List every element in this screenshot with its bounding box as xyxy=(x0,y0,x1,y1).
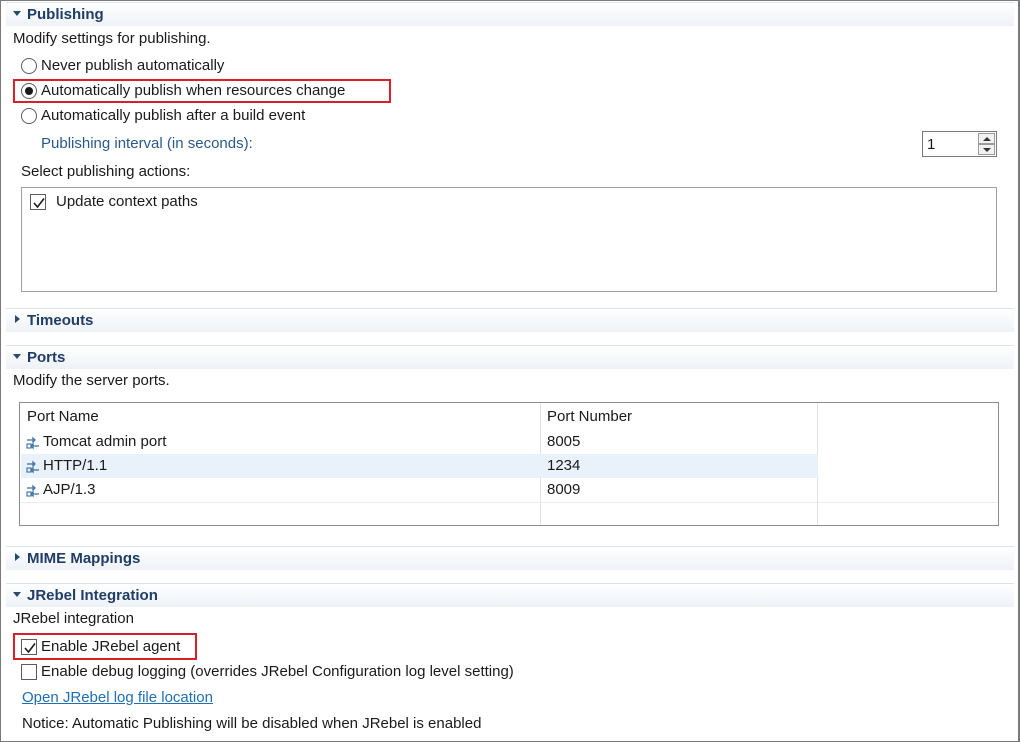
publishing-interval-value[interactable]: 1 xyxy=(927,136,935,153)
enable-jrebel-agent-label[interactable]: Enable JRebel agent xyxy=(41,638,180,655)
spinner-up-icon[interactable] xyxy=(978,133,995,144)
publishing-description: Modify settings for publishing. xyxy=(13,30,211,47)
publishing-actions-list[interactable]: Update context paths xyxy=(21,187,997,292)
port-name-cell[interactable]: HTTP/1.1 xyxy=(43,457,107,474)
enable-debug-logging-checkbox[interactable] xyxy=(21,664,37,680)
update-context-paths-label[interactable]: Update context paths xyxy=(56,193,198,210)
enable-jrebel-agent-checkbox[interactable] xyxy=(21,639,37,655)
radio-publish-on-change-label[interactable]: Automatically publish when resources cha… xyxy=(41,82,345,99)
section-header-mime-mappings[interactable]: MIME Mappings xyxy=(6,546,1014,570)
spinner-down-icon[interactable] xyxy=(978,144,995,155)
section-header-publishing[interactable]: Publishing xyxy=(6,2,1014,26)
ports-description: Modify the server ports. xyxy=(13,372,170,389)
column-header-port-name[interactable]: Port Name xyxy=(27,408,99,425)
port-name-cell[interactable]: AJP/1.3 xyxy=(43,481,96,498)
section-header-ports[interactable]: Ports xyxy=(6,345,1014,369)
jrebel-notice: Notice: Automatic Publishing will be dis… xyxy=(22,715,482,732)
chevron-right-icon[interactable] xyxy=(15,315,20,323)
port-number-cell[interactable]: 8005 xyxy=(547,433,580,450)
section-header-jrebel[interactable]: JRebel Integration xyxy=(6,583,1014,607)
radio-publish-after-build[interactable] xyxy=(21,108,37,124)
enable-debug-logging-label[interactable]: Enable debug logging (overrides JRebel C… xyxy=(41,663,514,680)
chevron-down-icon[interactable] xyxy=(13,354,21,359)
section-title-mime-mappings: MIME Mappings xyxy=(27,550,141,567)
port-connector-icon xyxy=(26,436,39,450)
port-number-cell[interactable]: 8009 xyxy=(547,481,580,498)
chevron-right-icon[interactable] xyxy=(15,553,20,561)
open-jrebel-log-link[interactable]: Open JRebel log file location xyxy=(22,689,213,706)
port-number-cell[interactable]: 1234 xyxy=(547,457,580,474)
port-connector-icon xyxy=(26,484,39,498)
publishing-interval-spinner[interactable]: 1 xyxy=(922,131,997,157)
port-connector-icon xyxy=(26,460,39,474)
chevron-down-icon[interactable] xyxy=(13,592,21,597)
section-title-ports: Ports xyxy=(27,349,66,366)
port-name-cell[interactable]: Tomcat admin port xyxy=(43,433,166,450)
check-mark-icon xyxy=(24,643,36,654)
selected-row-highlight xyxy=(21,454,818,478)
ports-table[interactable]: Port Name Port Number Tomcat admin port … xyxy=(19,402,999,526)
chevron-down-icon[interactable] xyxy=(13,11,21,16)
section-title-publishing: Publishing xyxy=(27,6,104,23)
radio-publish-after-build-label[interactable]: Automatically publish after a build even… xyxy=(41,107,305,124)
section-title-jrebel: JRebel Integration xyxy=(27,587,158,604)
radio-never-publish[interactable] xyxy=(21,58,37,74)
publishing-actions-label: Select publishing actions: xyxy=(21,163,191,180)
check-mark-icon xyxy=(33,198,45,209)
radio-never-publish-label[interactable]: Never publish automatically xyxy=(41,57,224,74)
section-title-timeouts: Timeouts xyxy=(27,312,94,329)
row-divider xyxy=(20,502,998,503)
section-header-timeouts[interactable]: Timeouts xyxy=(6,308,1014,332)
column-header-port-number[interactable]: Port Number xyxy=(547,408,632,425)
update-context-paths-checkbox[interactable] xyxy=(30,194,46,210)
publishing-interval-label: Publishing interval (in seconds): xyxy=(41,135,253,152)
radio-publish-on-change[interactable] xyxy=(21,83,37,99)
jrebel-subtitle: JRebel integration xyxy=(13,610,134,627)
